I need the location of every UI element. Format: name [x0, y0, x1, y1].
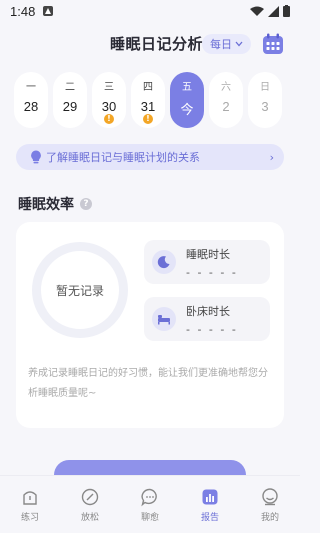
tab-label: 报告 [200, 512, 219, 523]
tab-profile[interactable]: 我的 [245, 487, 295, 523]
metric-value: - - - - - [186, 322, 238, 336]
bed-icon [152, 307, 176, 331]
day-item[interactable]: 二 29 [53, 72, 87, 128]
warning-icon: ! [143, 114, 153, 124]
day-weekday: 一 [26, 82, 36, 93]
day-date: 3 [261, 99, 269, 114]
metric-value: - - - - - [186, 265, 238, 279]
status-time: 1:48 [10, 3, 36, 19]
day-date: 2 [222, 99, 230, 114]
bottom-tab-bar: 练习 放松 聊愈 报告 我的 [0, 475, 300, 533]
wifi-icon [250, 6, 264, 16]
banner-text: 了解睡眠日记与睡眠计划的关系 [46, 151, 200, 164]
practice-icon [23, 490, 37, 505]
tab-practice[interactable]: 练习 [5, 487, 55, 523]
tab-label: 我的 [260, 512, 279, 523]
metric-label: 睡眠时长 [186, 247, 230, 261]
relax-icon [81, 488, 99, 505]
sleep-duration-metric: 睡眠时长 - - - - - [144, 240, 270, 284]
metric-label: 卧床时长 [186, 304, 230, 318]
moon-icon [152, 250, 176, 274]
chevron-down-icon [235, 41, 243, 47]
week-strip: 一 28 二 29 三 30 ! 四 31 ! 五 今 六 2 日 3 [14, 72, 289, 128]
page-header: 睡眠日记分析 每日 [0, 30, 300, 58]
sleep-efficiency-card: 暂无记录 睡眠时长 - - - - - 卧床时长 - - - - - 养成记录睡… [16, 222, 284, 428]
day-date: 31 [140, 99, 156, 114]
day-weekday: 四 [143, 82, 153, 93]
day-item[interactable]: 四 31 ! [131, 72, 165, 128]
sleep-efficiency-heading: 睡眠效率 ? [18, 194, 92, 214]
warning-icon: ! [104, 114, 114, 124]
tab-report[interactable]: 报告 [185, 487, 235, 523]
day-item[interactable]: 日 3 [248, 72, 282, 128]
calendar-button[interactable] [262, 33, 284, 55]
day-date: 28 [23, 99, 39, 114]
report-icon [202, 489, 218, 504]
ring-empty-text: 暂无记录 [55, 283, 104, 298]
period-label: 每日 [210, 38, 232, 51]
chevron-right-icon: › [269, 150, 274, 164]
period-dropdown[interactable]: 每日 [202, 34, 251, 54]
chat-icon [141, 488, 157, 506]
sleep-plan-info-banner[interactable]: 了解睡眠日记与睡眠计划的关系 › [16, 144, 284, 170]
day-date: 30 [101, 99, 117, 114]
notification-icon [43, 6, 54, 16]
day-weekday: 日 [260, 82, 270, 93]
tab-relax[interactable]: 放松 [65, 487, 115, 523]
calendar-icon [263, 33, 283, 54]
status-bar: 1:48 [0, 0, 300, 22]
page-title: 睡眠日记分析 [110, 35, 204, 53]
tab-label: 练习 [20, 512, 39, 523]
day-date: 今 [180, 102, 194, 117]
tab-label: 放松 [80, 512, 99, 523]
day-weekday: 三 [104, 82, 114, 93]
day-weekday: 六 [221, 82, 231, 93]
efficiency-ring: 暂无记录 [32, 242, 128, 338]
day-item-today[interactable]: 五 今 [170, 72, 204, 128]
tab-chat[interactable]: 聊愈 [125, 487, 175, 523]
battery-icon [283, 5, 290, 17]
day-item[interactable]: 六 2 [209, 72, 243, 128]
tab-label: 聊愈 [140, 512, 159, 523]
section-title: 睡眠效率 [18, 197, 74, 213]
day-item[interactable]: 三 30 ! [92, 72, 126, 128]
day-date: 29 [62, 99, 78, 114]
day-weekday: 五 [182, 82, 192, 93]
help-icon[interactable]: ? [80, 198, 92, 210]
bed-duration-metric: 卧床时长 - - - - - [144, 297, 270, 341]
status-icons [250, 5, 290, 17]
signal-icon [268, 5, 279, 17]
habit-hint-text: 养成记录睡眠日记的好习惯，能让我们更准确地帮您分析睡眠质量呢~ [28, 368, 268, 399]
lightbulb-icon [31, 150, 41, 164]
day-weekday: 二 [65, 82, 75, 93]
profile-icon [262, 487, 278, 505]
day-item[interactable]: 一 28 [14, 72, 48, 128]
